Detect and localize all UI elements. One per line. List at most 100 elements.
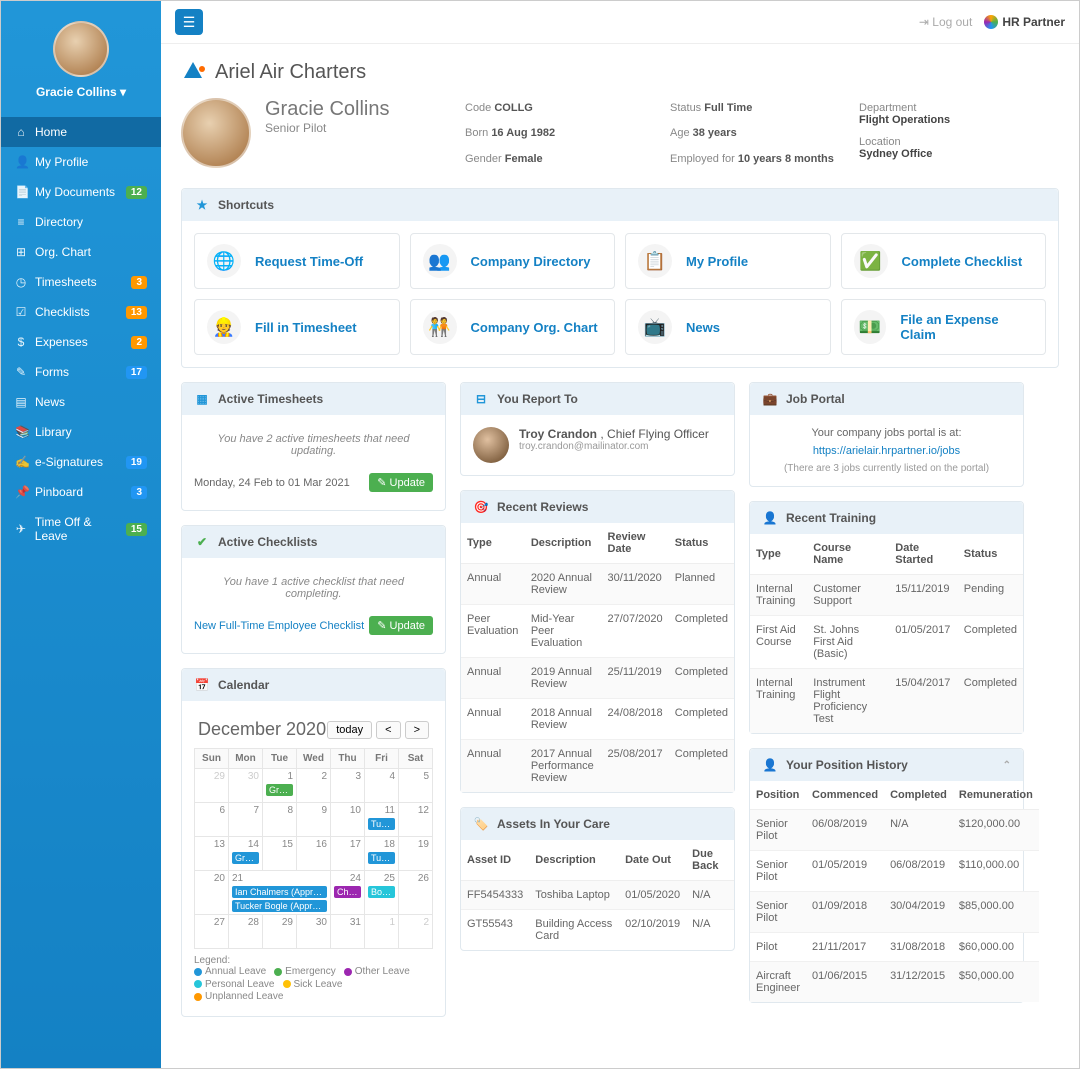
nav-icon: 👤 [15, 155, 27, 169]
profile-avatar [181, 98, 251, 168]
nav-badge: 13 [126, 306, 147, 319]
calendar-today-button[interactable]: today [327, 721, 372, 739]
nav-badge: 2 [131, 336, 147, 349]
nav-icon: ✎ [15, 365, 27, 379]
nav-icon: ⊞ [15, 245, 27, 259]
sidebar-item-pinboard[interactable]: 📌Pinboard3 [1, 477, 161, 507]
nav-icon: ◷ [15, 275, 27, 289]
sidebar-item-library[interactable]: 📚Library [1, 417, 161, 447]
sidebar-item-home[interactable]: ⌂Home [1, 117, 161, 147]
grid-icon: ▦ [194, 391, 210, 407]
nav-icon: $ [15, 335, 27, 349]
sidebar-item-time-off-leave[interactable]: ✈Time Off & Leave15 [1, 507, 161, 551]
nav-icon: 📌 [15, 485, 27, 499]
table-row[interactable]: Internal TrainingCustomer Support15/11/2… [750, 575, 1023, 616]
nav-badge: 3 [131, 276, 147, 289]
job-portal-link[interactable]: https://arielair.hrpartner.io/jobs [813, 445, 960, 457]
hierarchy-icon: ⊟ [473, 391, 489, 407]
briefcase-icon: 💼 [762, 391, 778, 407]
shortcut-complete-checklist[interactable]: ✅Complete Checklist [841, 233, 1047, 289]
shortcut-icon: 👷 [207, 310, 241, 344]
sidebar-item-forms[interactable]: ✎Forms17 [1, 357, 161, 387]
nav-icon: ☑ [15, 305, 27, 319]
checklist-link[interactable]: New Full-Time Employee Checklist [194, 620, 364, 632]
calendar-icon: 📅 [194, 677, 210, 693]
nav-badge: 3 [131, 486, 147, 499]
profile-title: Senior Pilot [265, 121, 389, 135]
table-row[interactable]: Annual2018 Annual Review24/08/2018Comple… [461, 699, 734, 740]
table-row[interactable]: Annual2017 Annual Performance Review25/0… [461, 740, 734, 793]
shortcut-icon: 💵 [854, 310, 887, 344]
checklist-update-button[interactable]: ✎ Update [369, 616, 433, 635]
nav-icon: 📚 [15, 425, 27, 439]
table-row[interactable]: Senior Pilot06/08/2019N/A$120,000.00 [750, 810, 1039, 851]
sidebar-item-my-documents[interactable]: 📄My Documents12 [1, 177, 161, 207]
sidebar-item-news[interactable]: ▤News [1, 387, 161, 417]
report-to-panel: ⊟You Report To Troy Crandon , Chief Flyi… [460, 382, 735, 476]
nav-icon: ▤ [15, 395, 27, 409]
sidebar-item-my-profile[interactable]: 👤My Profile [1, 147, 161, 177]
company-logo-icon [181, 60, 205, 84]
shortcut-company-org-chart[interactable]: 🧑‍🤝‍🧑Company Org. Chart [410, 299, 616, 355]
shortcut-icon: ✅ [854, 244, 888, 278]
nav-icon: 📄 [15, 185, 27, 199]
user-avatar[interactable] [53, 21, 109, 77]
calendar-grid[interactable]: SunMonTueWedThuFriSat 29301Gracie C2345 … [194, 748, 433, 949]
table-row[interactable]: FF5454333Toshiba Laptop01/05/2020N/A [461, 881, 734, 910]
table-row[interactable]: Annual2020 Annual Review30/11/2020Planne… [461, 564, 734, 605]
calendar-prev-button[interactable]: < [376, 721, 400, 739]
table-row[interactable]: Aircraft Engineer01/06/201531/12/2015$50… [750, 962, 1039, 1003]
brand-logo[interactable]: HR Partner [984, 15, 1065, 29]
shortcut-icon: 📋 [638, 244, 672, 278]
table-row[interactable]: Senior Pilot01/05/201906/08/2019$110,000… [750, 851, 1039, 892]
nav-badge: 19 [126, 456, 147, 469]
shortcut-my-profile[interactable]: 📋My Profile [625, 233, 831, 289]
position-history-panel: 👤Your Position History⌃ PositionCommence… [749, 748, 1024, 1003]
table-row[interactable]: Peer EvaluationMid-Year Peer Evaluation2… [461, 605, 734, 658]
timesheet-update-button[interactable]: ✎ Update [369, 473, 433, 492]
shortcut-request-time-off[interactable]: 🌐Request Time-Off [194, 233, 400, 289]
sidebar-item-directory[interactable]: ≡Directory [1, 207, 161, 237]
manager-email[interactable]: troy.crandon@mailinator.com [519, 441, 709, 452]
table-row[interactable]: GT55543Building Access Card02/10/2019N/A [461, 910, 734, 951]
menu-toggle-button[interactable]: ☰ [175, 9, 203, 35]
nav-badge: 15 [126, 523, 147, 536]
shortcut-icon: 🌐 [207, 244, 241, 278]
star-icon: ★ [194, 197, 210, 213]
nav-icon: ⌂ [15, 125, 27, 139]
sidebar-item-timesheets[interactable]: ◷Timesheets3 [1, 267, 161, 297]
nav-icon: ✈ [15, 522, 27, 536]
shortcut-news[interactable]: 📺News [625, 299, 831, 355]
table-row[interactable]: Annual2019 Annual Review25/11/2019Comple… [461, 658, 734, 699]
topbar: ☰ ⇥ Log out HR Partner [161, 1, 1079, 44]
recent-training-panel: 👤Recent Training TypeCourse NameDate Sta… [749, 501, 1024, 734]
shortcut-company-directory[interactable]: 👥Company Directory [410, 233, 616, 289]
sidebar: Gracie Collins ▾ ⌂Home👤My Profile📄My Doc… [1, 1, 161, 1068]
collapse-icon[interactable]: ⌃ [1003, 760, 1011, 771]
shortcut-icon: 👥 [423, 244, 457, 278]
profile-meta: Code COLLG Status Full Time Born 16 Aug … [465, 98, 835, 170]
shortcut-fill-in-timesheet[interactable]: 👷Fill in Timesheet [194, 299, 400, 355]
shortcut-icon: 🧑‍🤝‍🧑 [423, 310, 457, 344]
active-checklists-panel: ✔Active Checklists You have 1 active che… [181, 525, 446, 654]
table-row[interactable]: First Aid CourseSt. Johns First Aid (Bas… [750, 616, 1023, 669]
sidebar-item-e-signatures[interactable]: ✍e-Signatures19 [1, 447, 161, 477]
job-portal-panel: 💼Job Portal Your company jobs portal is … [749, 382, 1024, 487]
asset-icon: 🏷️ [473, 816, 489, 832]
logout-link[interactable]: ⇥ Log out [919, 15, 972, 29]
shortcut-file-an-expense-claim[interactable]: 💵File an Expense Claim [841, 299, 1047, 355]
calendar-next-button[interactable]: > [405, 721, 429, 739]
sidebar-item-checklists[interactable]: ☑Checklists13 [1, 297, 161, 327]
recent-reviews-panel: 🎯Recent Reviews TypeDescriptionReview Da… [460, 490, 735, 793]
sidebar-item-expenses[interactable]: $Expenses2 [1, 327, 161, 357]
calendar-legend: Legend: Annual LeaveEmergencyOther Leave… [194, 955, 433, 1004]
user-history-icon: 👤 [762, 757, 778, 773]
manager-avatar [473, 427, 509, 463]
table-row[interactable]: Internal TrainingInstrument Flight Profi… [750, 669, 1023, 734]
sidebar-item-org-chart[interactable]: ⊞Org. Chart [1, 237, 161, 267]
table-row[interactable]: Senior Pilot01/09/201830/04/2019$85,000.… [750, 892, 1039, 933]
user-name-dropdown[interactable]: Gracie Collins ▾ [1, 85, 161, 99]
profile-name: Gracie Collins [265, 98, 389, 121]
table-row[interactable]: Pilot21/11/201731/08/2018$60,000.00 [750, 933, 1039, 962]
shortcut-icon: 📺 [638, 310, 672, 344]
